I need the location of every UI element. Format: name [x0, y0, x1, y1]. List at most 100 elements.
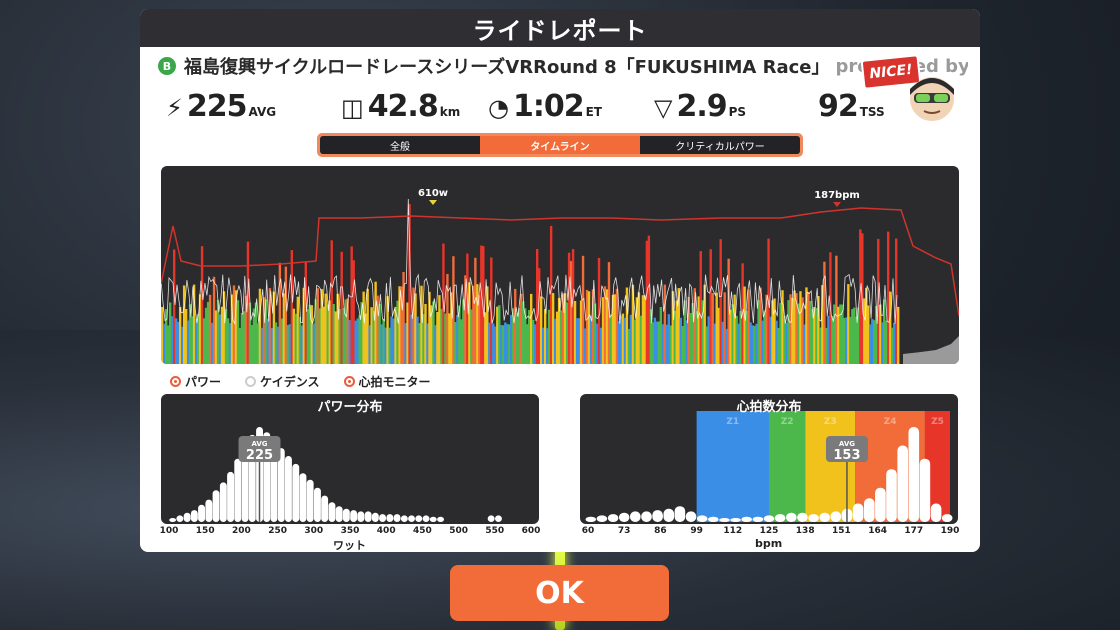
histogram-bar — [234, 458, 242, 522]
pizza-icon: ▽ — [654, 94, 673, 122]
histogram-bar — [797, 512, 808, 522]
histogram-bar — [886, 469, 897, 522]
legend-cadence-label: ケイデンス — [260, 374, 320, 389]
stat-time-unit: ET — [585, 105, 602, 119]
x-tick-label: 550 — [485, 526, 505, 536]
legend-power[interactable]: パワー — [170, 373, 221, 389]
x-tick-label: 200 — [231, 526, 251, 536]
histogram-bar — [819, 512, 830, 522]
odometer-icon: ◫ — [341, 94, 364, 122]
histogram-bar — [415, 515, 423, 522]
histogram-bar — [641, 511, 652, 522]
x-tick-label: 151 — [831, 526, 851, 536]
histogram-bar — [752, 516, 764, 522]
histogram-bar — [400, 515, 408, 522]
hr-zone-band — [769, 411, 806, 522]
hr-zone-label: Z5 — [931, 417, 944, 427]
histogram-bar — [198, 504, 205, 522]
histogram-bar — [685, 511, 697, 522]
stat-power-unit: AVG — [248, 105, 277, 119]
avg-marker-value: 153 — [833, 448, 860, 463]
legend-cadence[interactable]: ケイデンス — [245, 373, 320, 389]
x-tick-label: 86 — [654, 526, 667, 536]
timeline-chart[interactable]: 610w 187bpm — [161, 166, 959, 364]
histogram-bar — [696, 515, 708, 522]
x-tick-label: 99 — [690, 526, 703, 536]
power-distribution-chart: パワー分布 AVG 225 — [161, 394, 539, 524]
x-tick-label: 73 — [617, 526, 631, 536]
x-tick-label: 250 — [268, 526, 287, 536]
histogram-bar — [618, 512, 630, 522]
stat-power: ⚡ 225 AVG — [166, 89, 276, 124]
histogram-bar — [422, 515, 430, 522]
stat-tss-value: 92 — [818, 89, 859, 124]
x-tick-label: 177 — [904, 526, 924, 536]
histogram-bar — [607, 514, 619, 522]
peak-power-marker — [429, 200, 437, 205]
power-dist-title: パワー分布 — [317, 400, 383, 415]
power-bar — [897, 306, 900, 364]
ride-title-row: B 福島復興サイクルロードレースシリーズVRRound 8「FUKUSHIMA … — [158, 53, 968, 79]
hr-zone-label: Z2 — [781, 417, 794, 427]
histogram-bar — [285, 456, 292, 522]
histogram-bar — [371, 512, 379, 522]
report-tabs: 全般 タイムライン クリティカルパワー — [317, 133, 803, 157]
histogram-bar — [663, 508, 675, 522]
legend-cadence-toggle — [245, 375, 257, 387]
histogram-bar — [429, 516, 437, 522]
tab-overview[interactable]: 全般 — [320, 136, 480, 154]
histogram-bar — [190, 510, 198, 522]
histogram-bar — [774, 514, 786, 522]
peak-hr-label: 187bpm — [814, 190, 860, 201]
histogram-bar — [379, 514, 386, 522]
hr-distribution-chart: 心拍数分布 Z1 Z2 Z3 Z4 Z5 AVG 153 — [580, 394, 958, 524]
stat-pizza-unit: PS — [728, 105, 747, 119]
histogram-bar — [786, 512, 797, 522]
hr-zone-band — [696, 411, 769, 522]
histogram-bar — [585, 516, 597, 522]
summary-stats: ⚡ 225 AVG ◫ 42.8 km ◔ 1:02 ET ▽ 2.9 PS 9… — [166, 89, 966, 129]
stat-pizza: ▽ 2.9 PS — [654, 89, 746, 124]
stat-tss: 92 TSS — [818, 89, 885, 124]
x-tick-label: 164 — [868, 526, 887, 536]
avg-marker-value: 225 — [246, 448, 273, 463]
histogram-bar — [292, 463, 300, 522]
stat-distance-value: 42.8 — [367, 89, 439, 124]
histogram-bar — [357, 511, 365, 522]
histogram-bar — [495, 515, 502, 522]
stat-time-value: 1:02 — [512, 89, 585, 124]
legend-power-toggle — [170, 375, 181, 387]
histogram-bar — [630, 511, 641, 522]
legend-heart-rate[interactable]: 心拍モニター — [343, 373, 431, 389]
histogram-bar — [321, 495, 329, 522]
x-tick-label: 300 — [304, 526, 324, 536]
histogram-bar — [708, 516, 719, 522]
x-tick-label: 60 — [581, 526, 595, 536]
x-tick-label: 190 — [940, 526, 960, 536]
tab-critical-power[interactable]: クリティカルパワー — [640, 136, 800, 154]
timeline-svg: 610w 187bpm — [161, 188, 959, 364]
histogram-bar — [342, 508, 350, 522]
histogram-bar — [596, 515, 608, 522]
x-tick-label: 350 — [340, 526, 360, 536]
histogram-bar — [930, 503, 942, 522]
power-x-label: ワット — [333, 539, 366, 552]
histogram-bar — [350, 510, 358, 522]
hr-zone-label: Z4 — [884, 417, 897, 427]
histogram-bar — [183, 512, 191, 522]
peak-hr-marker — [833, 202, 841, 207]
stat-power-value: 225 — [186, 89, 248, 124]
histogram-bar — [941, 514, 953, 522]
hr-zone-label: Z1 — [726, 417, 739, 427]
histogram-bar — [875, 487, 886, 522]
clock-icon: ◔ — [488, 94, 509, 122]
x-tick-label: 500 — [449, 526, 468, 536]
ride-name: 福島復興サイクルロードレースシリーズVRRound 8「FUKUSHIMA Ra… — [184, 57, 830, 78]
tab-timeline[interactable]: タイムライン — [480, 136, 640, 154]
histogram-bar — [897, 445, 908, 522]
histogram-bar — [487, 515, 495, 522]
avg-marker-label: AVG — [839, 440, 855, 448]
histogram-bar — [408, 515, 415, 522]
ok-button[interactable]: OK — [450, 565, 669, 621]
legend-power-label: パワー — [185, 374, 222, 389]
